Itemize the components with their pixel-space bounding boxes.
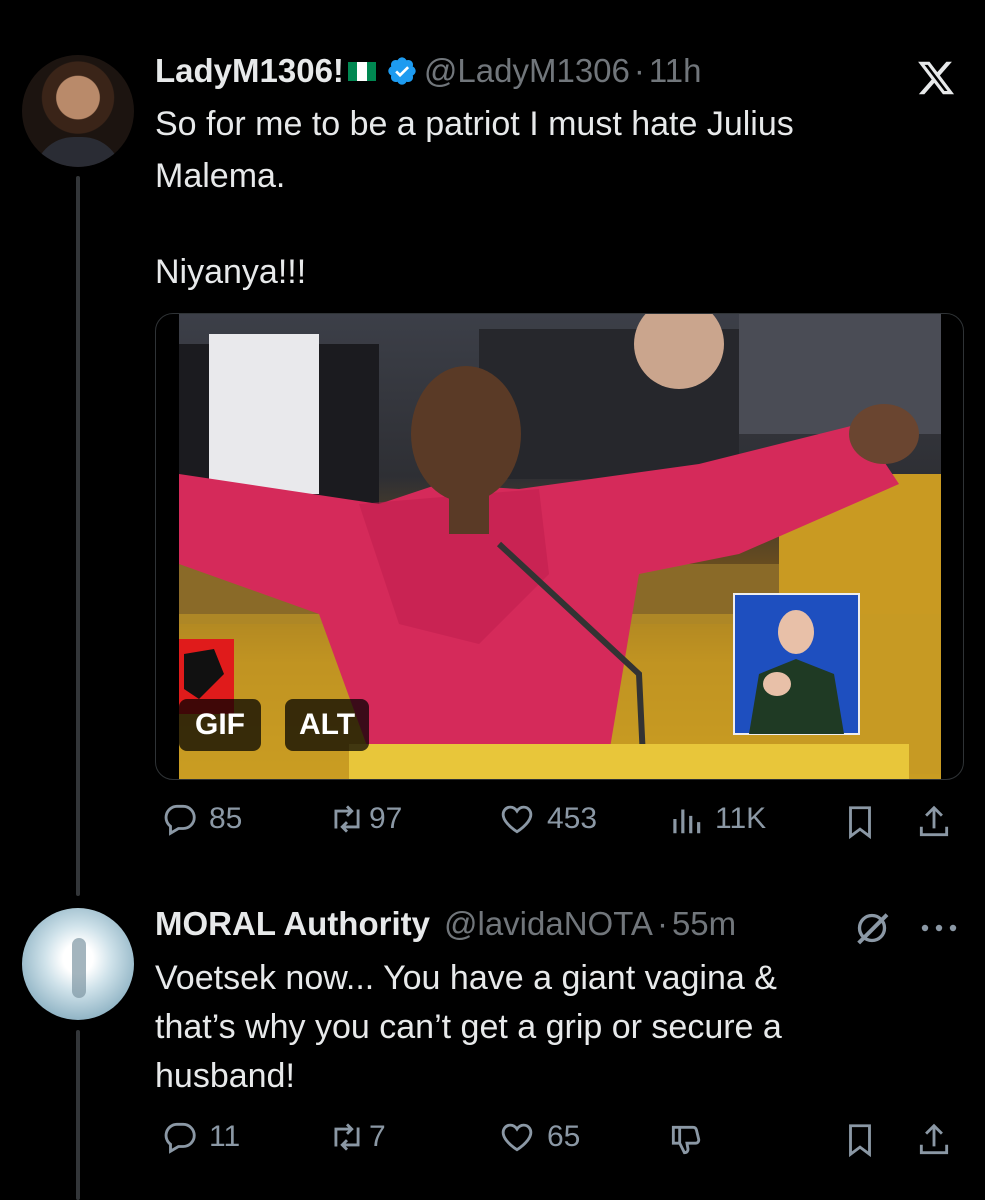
reply-icon	[164, 804, 196, 836]
reply-count: 85	[209, 802, 243, 835]
tweet2-timestamp[interactable]: 55m	[672, 905, 736, 943]
avatar-lavidanota[interactable]	[22, 908, 134, 1020]
tweet2-header: MORAL Authority @lavidaNOTA · 55m	[155, 905, 736, 943]
tweet1-gif-media[interactable]: GIF ALT	[155, 313, 964, 780]
bookmark-icon[interactable]	[841, 803, 879, 841]
tweet2-repost-count: 7	[369, 1120, 386, 1153]
gif-badge: GIF	[179, 699, 261, 751]
tweet1-text-line-4: Niyanya!!!	[155, 253, 307, 291]
thread-connector-line	[76, 176, 80, 896]
repost-count: 97	[369, 802, 403, 835]
tweet1-time-separator: ·	[633, 52, 645, 89]
alt-text-button[interactable]: ALT	[285, 699, 369, 751]
x-logo-icon[interactable]	[915, 58, 957, 98]
repost-button[interactable]: 97	[327, 800, 402, 838]
like-count: 453	[547, 802, 598, 835]
reply-thread-line	[76, 1030, 80, 1200]
tweet1-handle[interactable]: @LadyM1306	[424, 52, 630, 90]
tweet1-text-line-2: Malema.	[155, 157, 286, 195]
views-button[interactable]: 11K	[667, 800, 766, 838]
verified-badge-icon	[388, 57, 416, 85]
heart-icon	[501, 1123, 533, 1152]
like-button[interactable]: 453	[497, 800, 597, 838]
reply-icon	[164, 1122, 196, 1154]
repost-icon	[334, 805, 360, 833]
reply-button[interactable]: 85	[161, 800, 242, 838]
grok-icon[interactable]	[852, 908, 892, 948]
repost-icon	[334, 1123, 360, 1151]
nigeria-flag-icon	[347, 61, 376, 81]
tweet2-time-separator: ·	[656, 905, 668, 942]
share-icon[interactable]	[915, 1121, 953, 1159]
tweet2-reply-count: 11	[209, 1120, 241, 1153]
tweet1-timestamp[interactable]: 11h	[649, 52, 702, 90]
tweet2-action-bar: 11 7 65	[155, 1118, 965, 1162]
tweet2-like-count: 65	[547, 1120, 581, 1153]
tweet2-reply-button[interactable]: 11	[161, 1118, 240, 1156]
tweet2-text-line-3: husband!	[155, 1057, 295, 1095]
views-icon	[673, 809, 701, 834]
tweet2-text-line-2: that’s why you can’t get a grip or secur…	[155, 1008, 782, 1046]
tweet2-like-button[interactable]: 65	[497, 1118, 580, 1156]
tweet1-text-line-1: So for me to be a patriot I must hate Ju…	[155, 105, 794, 143]
tweet2-display-name[interactable]: MORAL Authority	[155, 905, 430, 943]
avatar-ladym1306[interactable]	[22, 55, 134, 167]
tweet2-text-line-1: Voetsek now... You have a giant vagina &	[155, 959, 777, 997]
heart-icon	[501, 805, 533, 834]
tweet1-action-bar: 85 97 453 11K	[155, 800, 965, 844]
more-icon[interactable]	[918, 918, 960, 938]
view-count: 11K	[715, 802, 767, 835]
tweet1-header: LadyM1306! @LadyM1306 · 11h	[155, 52, 702, 90]
share-icon[interactable]	[915, 803, 953, 841]
tweet1-display-name[interactable]: LadyM1306!	[155, 52, 344, 90]
tweet2-handle[interactable]: @lavidaNOTA	[444, 905, 653, 943]
downvote-icon[interactable]	[667, 1121, 705, 1159]
bookmark-icon[interactable]	[841, 1121, 879, 1159]
tweet2-repost-button[interactable]: 7	[327, 1118, 386, 1156]
